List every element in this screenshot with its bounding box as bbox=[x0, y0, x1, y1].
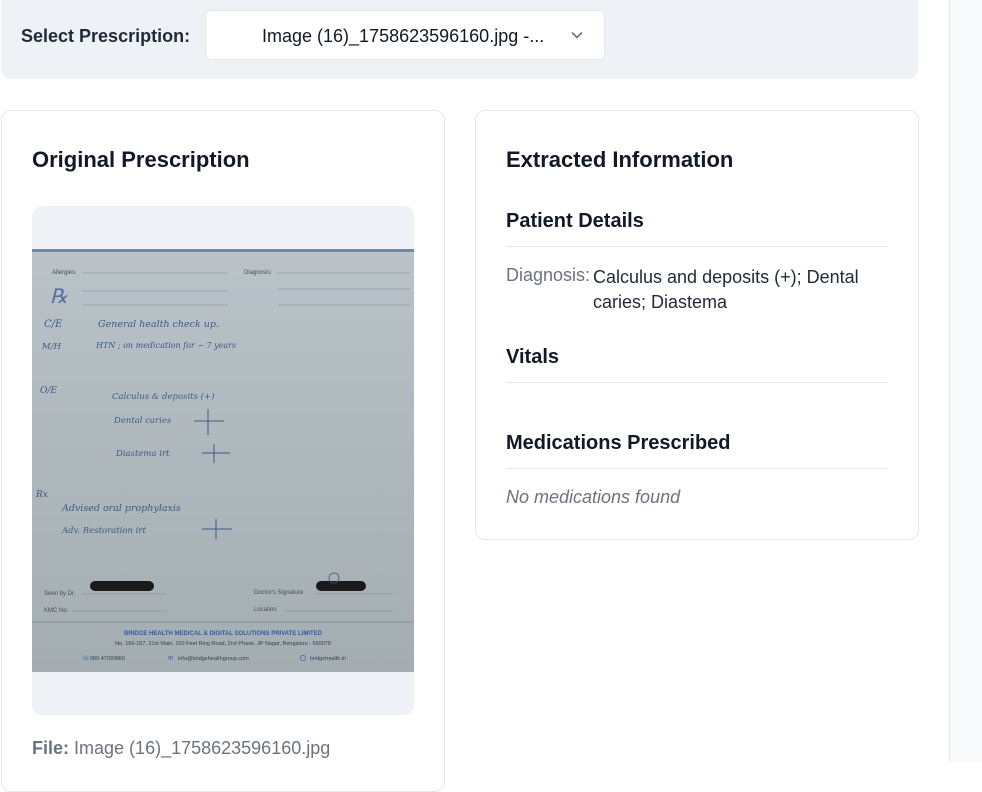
form-allergies-label: Allergies: bbox=[52, 270, 77, 276]
file-label: File: bbox=[32, 738, 70, 758]
form-diagnosis-label: Diagnosis: bbox=[244, 270, 272, 276]
footer-web: bridgehealth.in bbox=[310, 656, 346, 662]
hw-rx-label: Rx bbox=[35, 490, 48, 500]
extracted-information-card: Extracted Information Patient Details Di… bbox=[475, 110, 919, 540]
prescription-image-frame: Allergies: Diagnosis: ℞ C/E General heal… bbox=[32, 206, 414, 715]
footer-address: No. 166-167, 21st Main, 100 Feet Ring Ro… bbox=[115, 641, 331, 647]
hw-advice-2: Adv. Restoration irt bbox=[61, 526, 146, 536]
form-kmc-label: KMC No. bbox=[44, 608, 69, 614]
patient-details-divider bbox=[506, 246, 887, 247]
form-signature-label: Doctor's Signature bbox=[254, 590, 304, 596]
prescription-select-value: Image (16)_1758623596160.jpg -... bbox=[262, 26, 545, 46]
hw-finding-2: Dental caries bbox=[113, 416, 172, 426]
redaction-signature bbox=[316, 581, 366, 591]
select-prescription-label: Select Prescription: bbox=[21, 26, 191, 46]
vitals-heading: Vitals bbox=[506, 346, 559, 368]
footer-company: BRIDGE HEALTH MEDICAL & DIGITAL SOLUTION… bbox=[124, 631, 323, 637]
hw-advice-1: Advised oral prophylaxis bbox=[61, 503, 181, 514]
diagnosis-label: Diagnosis: bbox=[506, 265, 591, 285]
hw-finding-1: Calculus & deposits (+) bbox=[112, 391, 214, 402]
mail-icon: ✉ bbox=[168, 656, 173, 662]
prescription-selector-bar: Select Prescription: Image (16)_17586235… bbox=[1, 0, 918, 79]
form-location-label: Location bbox=[254, 607, 277, 613]
handwriting-group: C/E General health check up. M/H HTN ; o… bbox=[35, 319, 236, 536]
right-gutter bbox=[949, 0, 982, 762]
patient-details-heading: Patient Details bbox=[506, 210, 644, 232]
original-prescription-title: Original Prescription bbox=[32, 147, 250, 172]
medications-divider bbox=[506, 468, 887, 469]
medications-heading: Medications Prescribed bbox=[506, 432, 731, 454]
vitals-divider bbox=[506, 382, 887, 383]
prescription-photo[interactable]: Allergies: Diagnosis: ℞ C/E General heal… bbox=[32, 249, 414, 672]
tooth-charts bbox=[194, 409, 232, 539]
redaction-doctor-name bbox=[90, 581, 154, 591]
hw-oe-label: O/E bbox=[40, 386, 57, 396]
hw-mh-text: HTN ; on medication for ~ 7 years bbox=[95, 341, 236, 350]
hw-mh-label: M/H bbox=[41, 342, 62, 352]
prescription-photo-render: Allergies: Diagnosis: ℞ C/E General heal… bbox=[32, 249, 414, 662]
hw-ce-text: General health check up. bbox=[98, 319, 219, 330]
extracted-information-title: Extracted Information bbox=[506, 147, 734, 172]
no-medications-message: No medications found bbox=[506, 487, 681, 507]
globe-icon bbox=[300, 655, 306, 661]
chevron-down-icon bbox=[571, 32, 583, 39]
rx-symbol: ℞ bbox=[50, 284, 69, 308]
original-prescription-card: Original Prescription Allergies: Diagnos… bbox=[1, 110, 445, 792]
file-name: Image (16)_1758623596160.jpg bbox=[74, 738, 331, 758]
phone-icon: ☏ bbox=[82, 655, 90, 662]
footer-email: info@bridgehealthgroup.com bbox=[178, 656, 249, 662]
footer-phone: 080 47093866 bbox=[90, 656, 125, 662]
form-seen-by-label: Seen by Dr. bbox=[44, 591, 76, 597]
prescription-select[interactable]: Image (16)_1758623596160.jpg -... bbox=[205, 10, 605, 60]
file-name-line: File: Image (16)_1758623596160.jpg bbox=[32, 738, 330, 759]
hw-finding-3: Diastema irt bbox=[115, 449, 170, 459]
diagnosis-value: Calculus and deposits (+); Dental caries… bbox=[593, 267, 859, 312]
hw-ce-label: C/E bbox=[44, 319, 63, 330]
photo-top-edge bbox=[32, 249, 414, 252]
